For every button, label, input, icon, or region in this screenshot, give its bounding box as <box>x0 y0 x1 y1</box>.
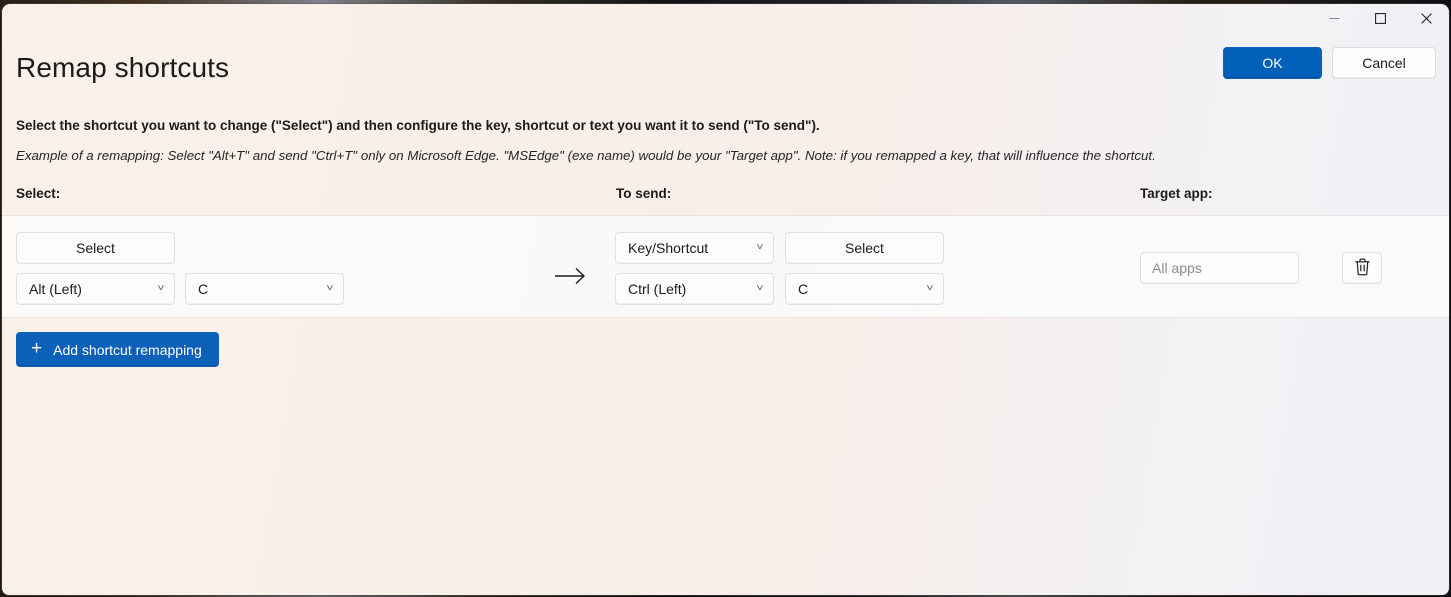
remap-shortcuts-dialog: Remap shortcuts OK Cancel Select the sho… <box>2 4 1449 595</box>
column-header-to-send: To send: <box>616 186 671 201</box>
column-header-select: Select: <box>16 186 60 201</box>
target-app-field[interactable]: All apps <box>1140 252 1299 284</box>
delete-remapping-button[interactable] <box>1342 252 1382 284</box>
title-bar <box>2 4 1449 36</box>
example-text: Example of a remapping: Select "Alt+T" a… <box>16 148 1156 163</box>
select-shortcut-button[interactable]: Select <box>16 232 175 264</box>
maximize-button[interactable] <box>1357 4 1403 36</box>
to-send-type-dropdown[interactable]: Key/Shortcut ˅ <box>615 232 774 264</box>
instruction-text: Select the shortcut you want to change (… <box>16 118 820 133</box>
maximize-icon <box>1375 11 1386 29</box>
add-shortcut-remapping-label: Add shortcut remapping <box>53 342 202 358</box>
column-headers: Select: To send: Target app: <box>2 186 1449 214</box>
dialog-action-buttons: OK Cancel <box>1223 47 1436 79</box>
arrow-right-icon <box>554 266 588 286</box>
chevron-down-icon: ˅ <box>756 243 763 253</box>
column-header-target-app: Target app: <box>1140 186 1213 201</box>
close-button[interactable] <box>1403 4 1449 36</box>
chevron-down-icon: ˅ <box>926 284 933 294</box>
select-modifier-dropdown[interactable]: Alt (Left) ˅ <box>16 273 175 305</box>
target-app-placeholder: All apps <box>1152 260 1202 276</box>
select-modifier-value: Alt (Left) <box>29 281 82 297</box>
add-shortcut-remapping-button[interactable]: + Add shortcut remapping <box>16 332 219 367</box>
to-send-modifier-dropdown[interactable]: Ctrl (Left) ˅ <box>615 273 774 305</box>
shortcut-remap-row: Select Alt (Left) ˅ C ˅ Key/Shortcut ˅ S… <box>2 215 1449 318</box>
plus-icon: + <box>31 339 42 358</box>
to-send-type-value: Key/Shortcut <box>628 240 708 256</box>
trash-icon <box>1354 258 1371 279</box>
to-send-key-dropdown[interactable]: C ˅ <box>785 273 944 305</box>
to-send-select-button[interactable]: Select <box>785 232 944 264</box>
chevron-down-icon: ˅ <box>157 284 164 294</box>
to-send-key-value: C <box>798 281 808 297</box>
cancel-button[interactable]: Cancel <box>1332 47 1436 79</box>
chevron-down-icon: ˅ <box>756 284 763 294</box>
minimize-icon <box>1329 11 1340 29</box>
ok-button[interactable]: OK <box>1223 47 1322 79</box>
to-send-modifier-value: Ctrl (Left) <box>628 281 686 297</box>
minimize-button[interactable] <box>1311 4 1357 36</box>
chevron-down-icon: ˅ <box>326 284 333 294</box>
page-title: Remap shortcuts <box>16 49 229 87</box>
select-key-dropdown[interactable]: C ˅ <box>185 273 344 305</box>
close-icon <box>1421 11 1432 29</box>
select-key-value: C <box>198 281 208 297</box>
